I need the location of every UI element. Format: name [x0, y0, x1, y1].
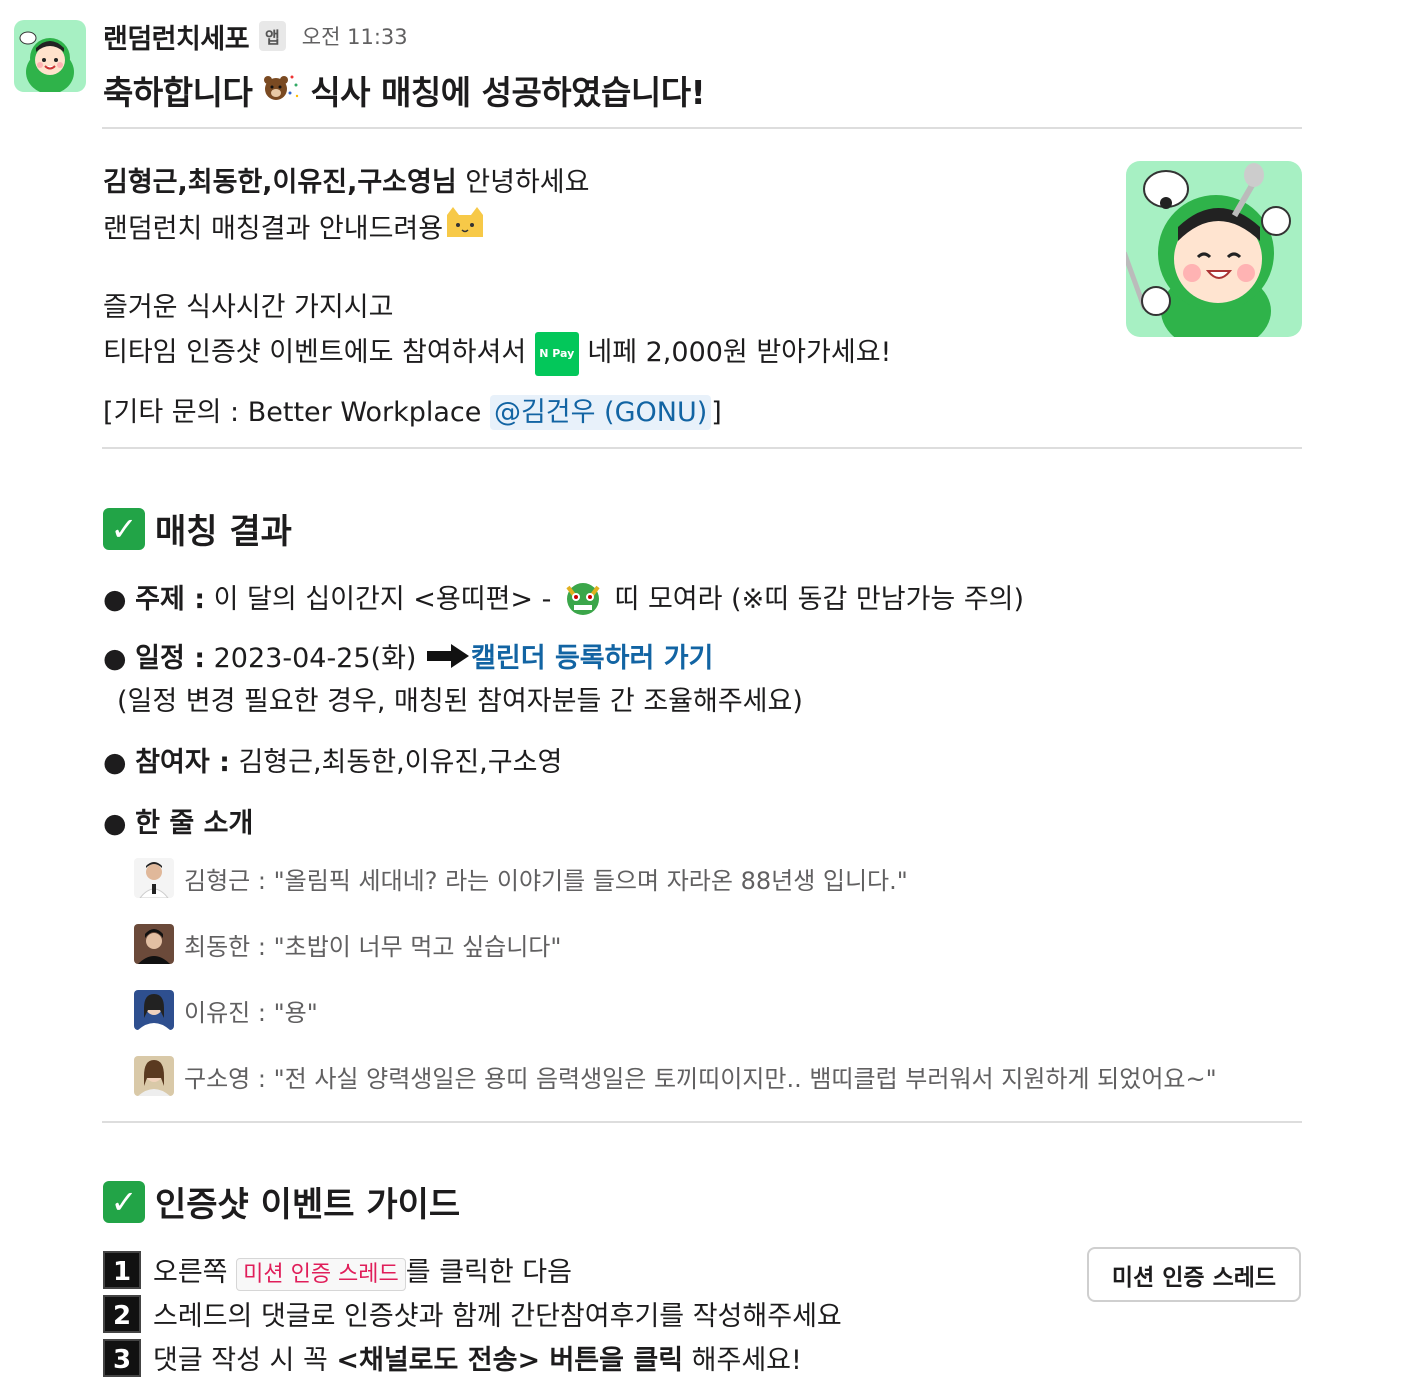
step1-text-b: 를 클릭한 다음	[405, 1257, 572, 1288]
avatar[interactable]	[134, 990, 174, 1030]
step1-text-a: 오른쪽	[153, 1257, 237, 1288]
cat-icon	[443, 205, 487, 255]
check-icon: ✓	[103, 507, 145, 550]
schedule-note: (일정 변경 필요한 경우, 매칭된 참여자분들 간 조율해주세요)	[117, 686, 803, 717]
step3-text-b: 해주세요!	[683, 1345, 802, 1376]
sender-name[interactable]: 랜덤런치세포	[103, 17, 250, 56]
greeting: 안녕하세요	[456, 167, 590, 198]
topic-label: 주제 :	[135, 584, 206, 615]
step3-bold: <채널로도 전송> 버튼을 클릭	[336, 1345, 684, 1376]
topic-text-a: 이 달의 십이간지 <용띠편> -	[205, 584, 560, 615]
user-mention[interactable]: @김건우 (GONU)	[489, 394, 712, 430]
mission-thread-button[interactable]: 미션 인증 스레드	[1087, 1247, 1301, 1302]
mascot-image[interactable]	[1126, 161, 1302, 337]
calendar-link[interactable]: 캘린더 등록하러 가기	[471, 643, 713, 674]
intro-text: 김형근 : "올림픽 세대네? 라는 이야기를 들으며 자라온 88년생 입니다…	[184, 866, 908, 895]
step-number-icon: 2	[103, 1294, 141, 1333]
headline: 축하합니다 식사 매칭에 성공하였습니다!	[103, 66, 706, 114]
guide-step-2: 2 스레드의 댓글로 인증샷과 함께 간단참여후기를 작성해주세요	[103, 1294, 842, 1333]
divider	[102, 447, 1302, 449]
divider	[102, 127, 1302, 129]
participants-bullet: ● 참여자 : 김형근,최동한,이유진,구소영	[103, 747, 563, 778]
check-icon: ✓	[103, 1180, 145, 1223]
intro-text: 이유진 : "용"	[184, 998, 318, 1027]
message-header: 랜덤런치세포 앱 오전 11:33	[103, 16, 408, 56]
step-number-icon: 1	[103, 1250, 141, 1289]
arrow-right-icon	[425, 642, 471, 677]
oneline-bullet: ● 한 줄 소개	[103, 808, 254, 839]
avatar[interactable]	[134, 1056, 174, 1096]
intro-line4a: 티타임 인증샷 이벤트에도 참여하셔서	[103, 337, 535, 368]
intro-line5a: [기타 문의 : Better Workplace	[103, 396, 490, 428]
participants-value: 김형근,최동한,이유진,구소영	[229, 747, 563, 778]
intro-line4b: 네페 2,000원 받아가세요!	[578, 337, 892, 368]
guide-title: 인증샷 이벤트 가이드	[155, 1185, 461, 1225]
headline-part2: 식사 매칭에 성공하였습니다!	[310, 73, 706, 112]
dragon-icon	[560, 575, 606, 626]
intro-line5b: ]	[711, 396, 722, 428]
intro-text: 구소영 : "전 사실 양력생일은 용띠 음력생일은 토끼띠이지만.. 뱀띠클럽…	[184, 1064, 1217, 1093]
intro-row: 최동한 : "초밥이 너무 먹고 싶습니다"	[134, 924, 561, 964]
intro-line3: 즐거운 식사시간 가지시고	[103, 292, 394, 323]
timestamp[interactable]: 오전 11:33	[302, 21, 408, 51]
match-section-title: ✓ 매칭 결과	[103, 504, 292, 553]
intro-row: 구소영 : "전 사실 양력생일은 용띠 음력생일은 토끼띠이지만.. 뱀띠클럽…	[134, 1056, 1217, 1096]
topic-text-b: 띠 모여라 (※띠 동갑 만남가능 주의)	[605, 584, 1025, 615]
step3-text-a: 댓글 작성 시 꼭	[153, 1345, 337, 1376]
bear-party-icon	[262, 69, 300, 111]
divider	[102, 1121, 1302, 1123]
guide-section-title: ✓ 인증샷 이벤트 가이드	[103, 1177, 460, 1226]
intro-line2: 랜덤런치 매칭결과 안내드려용	[103, 213, 444, 245]
intro-row: 이유진 : "용"	[134, 990, 318, 1030]
schedule-bullet: ● 일정 : 2023-04-25(화) 캘린더 등록하러 가기	[103, 636, 713, 677]
avatar[interactable]	[134, 924, 174, 964]
schedule-label: 일정 :	[135, 643, 206, 674]
topic-bullet: ● 주제 : 이 달의 십이간지 <용띠편> - 띠 모여라 (※띠 동갑 만남…	[103, 575, 1024, 626]
participants-label: 참여자 :	[135, 747, 230, 778]
match-title: 매칭 결과	[155, 512, 292, 552]
step2-text: 스레드의 댓글로 인증샷과 함께 간단참여후기를 작성해주세요	[153, 1301, 842, 1332]
oneline-label: 한 줄 소개	[135, 808, 254, 839]
intro-block: 김형근,최동한,이유진,구소영님 안녕하세요 랜덤런치 매칭결과 안내드려용 즐…	[103, 160, 1103, 435]
step-number-icon: 3	[103, 1338, 141, 1377]
guide-step-1: 1 오른쪽 미션 인증 스레드 를 클릭한 다음	[103, 1250, 572, 1291]
recipient-names: 김형근,최동한,이유진,구소영님	[103, 167, 457, 198]
avatar[interactable]	[134, 858, 174, 898]
npay-icon: N Pay	[534, 331, 579, 376]
headline-part1: 축하합니다	[103, 73, 253, 112]
schedule-value: 2023-04-25(화)	[205, 643, 426, 674]
intro-row: 김형근 : "올림픽 세대네? 라는 이야기를 들으며 자라온 88년생 입니다…	[134, 858, 908, 898]
bot-avatar[interactable]	[14, 20, 86, 92]
guide-step-3: 3 댓글 작성 시 꼭 <채널로도 전송> 버튼을 클릭 해주세요!	[103, 1338, 802, 1377]
app-badge: 앱	[259, 21, 286, 51]
inline-code: 미션 인증 스레드	[236, 1258, 406, 1291]
intro-text: 최동한 : "초밥이 너무 먹고 싶습니다"	[184, 932, 562, 961]
